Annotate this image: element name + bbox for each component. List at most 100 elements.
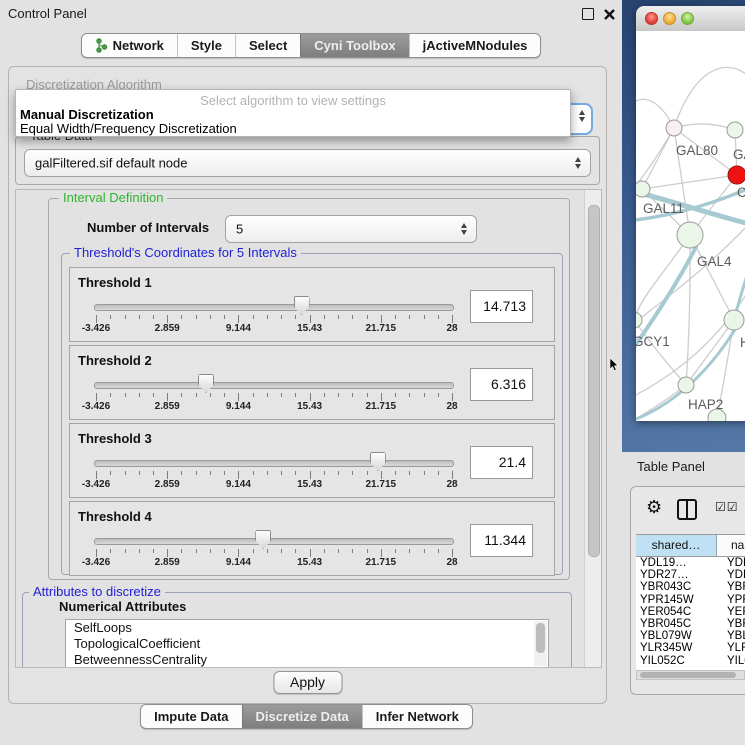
slider-tick bbox=[96, 393, 97, 401]
network-node[interactable] bbox=[728, 166, 745, 184]
threshold-label: Threshold 3 bbox=[78, 431, 152, 446]
slider-tick bbox=[438, 549, 439, 553]
slider-tick bbox=[281, 549, 282, 553]
list-scrollbar[interactable] bbox=[534, 621, 547, 666]
slider-tick-label: 15.43 bbox=[297, 323, 322, 334]
table-cell: YBL0 bbox=[721, 630, 745, 642]
tab-cyni-toolbox[interactable]: Cyni Toolbox bbox=[300, 34, 408, 57]
slider-tick bbox=[452, 471, 453, 479]
threshold-value-field[interactable]: 6.316 bbox=[470, 368, 533, 401]
thresholds-group-title: Threshold's Coordinates for 5 Intervals bbox=[70, 246, 301, 260]
network-canvas[interactable]: GAL80GACGAL11GAL4GCY1HHAP2 bbox=[636, 31, 745, 421]
network-edge[interactable] bbox=[686, 320, 734, 385]
column-layout-icon[interactable] bbox=[677, 499, 697, 520]
stepper-arrows-icon bbox=[459, 223, 468, 235]
numerical-attributes-list[interactable]: SelfLoopsTopologicalCoefficientBetweenne… bbox=[65, 619, 549, 668]
slider-thumb[interactable] bbox=[255, 530, 271, 549]
close-traffic-light-icon[interactable] bbox=[645, 12, 658, 25]
tab-select[interactable]: Select bbox=[235, 34, 300, 57]
tab-style[interactable]: Style bbox=[177, 34, 235, 57]
column-header-shared-name[interactable]: shared… bbox=[636, 535, 717, 556]
vertical-scrollbar[interactable] bbox=[584, 190, 601, 667]
network-edge[interactable] bbox=[642, 128, 674, 189]
threshold-value-field[interactable]: 11.344 bbox=[470, 524, 533, 557]
threshold-value-field[interactable]: 21.4 bbox=[470, 446, 533, 479]
table-cell: YIL0 bbox=[721, 655, 745, 667]
table-data-combobox[interactable]: galFiltered.sif default node bbox=[24, 149, 591, 177]
network-node[interactable] bbox=[636, 312, 642, 328]
attribute-list-item[interactable]: SelfLoops bbox=[66, 620, 548, 636]
network-edge[interactable] bbox=[674, 67, 745, 128]
slider-track[interactable] bbox=[94, 460, 454, 467]
slider-tick bbox=[424, 471, 425, 475]
network-node[interactable] bbox=[727, 122, 743, 138]
slider-thumb[interactable] bbox=[198, 374, 214, 393]
table-row[interactable]: YBR043CYBR0 bbox=[636, 581, 745, 593]
tab-label: Cyni Toolbox bbox=[314, 34, 395, 57]
table-row[interactable]: YBL079WYBL0 bbox=[636, 630, 745, 642]
slider-tick bbox=[267, 393, 268, 397]
table-row[interactable]: YLR345WYLR3 bbox=[636, 642, 745, 654]
slider-tick bbox=[281, 393, 282, 397]
table-row[interactable]: YDR27…YDR2 bbox=[636, 569, 745, 581]
slider-thumb[interactable] bbox=[370, 452, 386, 471]
slider-tick-label: 2.859 bbox=[155, 479, 180, 490]
table-horizontal-scrollbar[interactable] bbox=[636, 670, 745, 680]
table-row[interactable]: YBR045CYBR0 bbox=[636, 618, 745, 630]
table-cell: YLR3 bbox=[721, 642, 745, 654]
network-icon bbox=[95, 38, 108, 53]
tab-jactivemnodules[interactable]: jActiveMNodules bbox=[409, 34, 541, 57]
attribute-list-item[interactable]: TopologicalCoefficient bbox=[66, 636, 548, 652]
interval-definition-group: Interval Definition Number of Intervals … bbox=[48, 198, 570, 580]
network-edge[interactable] bbox=[642, 175, 737, 189]
slider-track[interactable] bbox=[94, 382, 454, 389]
network-node[interactable] bbox=[678, 377, 694, 393]
algorithm-option-equal-width[interactable]: Equal Width/Frequency Discretization bbox=[20, 121, 237, 136]
slider-tick-label: 9.144 bbox=[226, 557, 251, 568]
node-attribute-table: shared… na YDL19…YDL1YDR27…YDR2YBR043CYB… bbox=[636, 534, 745, 671]
column-header-name[interactable]: na bbox=[717, 535, 745, 556]
table-row[interactable]: YER054CYER0 bbox=[636, 606, 745, 618]
slider-track[interactable] bbox=[94, 538, 454, 545]
network-window-titlebar[interactable] bbox=[636, 6, 745, 32]
slider-track[interactable] bbox=[94, 304, 454, 311]
float-window-icon[interactable] bbox=[582, 8, 594, 20]
close-icon[interactable] bbox=[604, 9, 615, 20]
slider-thumb[interactable] bbox=[294, 296, 310, 315]
select-columns-checkbox-icons[interactable]: ☑☑ bbox=[715, 500, 739, 514]
network-edge[interactable] bbox=[636, 320, 686, 385]
slider-tick-label: 28 bbox=[446, 401, 457, 412]
table-data-group: Table Data galFiltered.sif default node bbox=[15, 136, 600, 185]
tab-infer-network[interactable]: Infer Network bbox=[362, 705, 472, 728]
minimize-traffic-light-icon[interactable] bbox=[663, 12, 676, 25]
tab-label: Impute Data bbox=[154, 705, 228, 728]
table-row[interactable]: YDL19…YDL1 bbox=[636, 557, 745, 569]
network-node[interactable] bbox=[724, 310, 744, 330]
table-row[interactable]: YIL052CYIL0 bbox=[636, 655, 745, 667]
slider-tick bbox=[181, 315, 182, 319]
scrollbar-thumb[interactable] bbox=[588, 205, 600, 557]
table-scrollbar-thumb[interactable] bbox=[640, 672, 736, 678]
tab-network[interactable]: Network bbox=[82, 34, 177, 57]
attribute-list-item[interactable]: BetweennessCentrality bbox=[66, 652, 548, 668]
algorithm-option-manual[interactable]: Manual Discretization bbox=[20, 107, 154, 122]
network-node[interactable] bbox=[677, 222, 703, 248]
threshold-panel: Threshold 1-3.4262.8599.14415.4321.71528… bbox=[69, 267, 555, 342]
network-node[interactable] bbox=[636, 181, 650, 197]
network-edge-thick[interactable] bbox=[734, 231, 745, 320]
network-node[interactable] bbox=[666, 120, 682, 136]
threshold-label: Threshold 4 bbox=[78, 509, 152, 524]
slider-tick bbox=[409, 315, 410, 319]
number-of-intervals-combobox[interactable]: 5 bbox=[225, 215, 477, 243]
tab-discretize-data[interactable]: Discretize Data bbox=[242, 705, 362, 728]
zoom-traffic-light-icon[interactable] bbox=[681, 12, 694, 25]
threshold-value-field[interactable]: 14.713 bbox=[470, 290, 533, 323]
slider-tick bbox=[181, 549, 182, 553]
gear-icon[interactable]: ⚙ bbox=[646, 497, 662, 518]
slider-tick bbox=[139, 315, 140, 319]
slider-tick bbox=[253, 315, 254, 319]
tab-impute-data[interactable]: Impute Data bbox=[141, 705, 241, 728]
apply-button[interactable]: Apply bbox=[273, 671, 342, 694]
table-row[interactable]: YPR145WYPR1 bbox=[636, 594, 745, 606]
network-edge[interactable] bbox=[674, 124, 735, 130]
